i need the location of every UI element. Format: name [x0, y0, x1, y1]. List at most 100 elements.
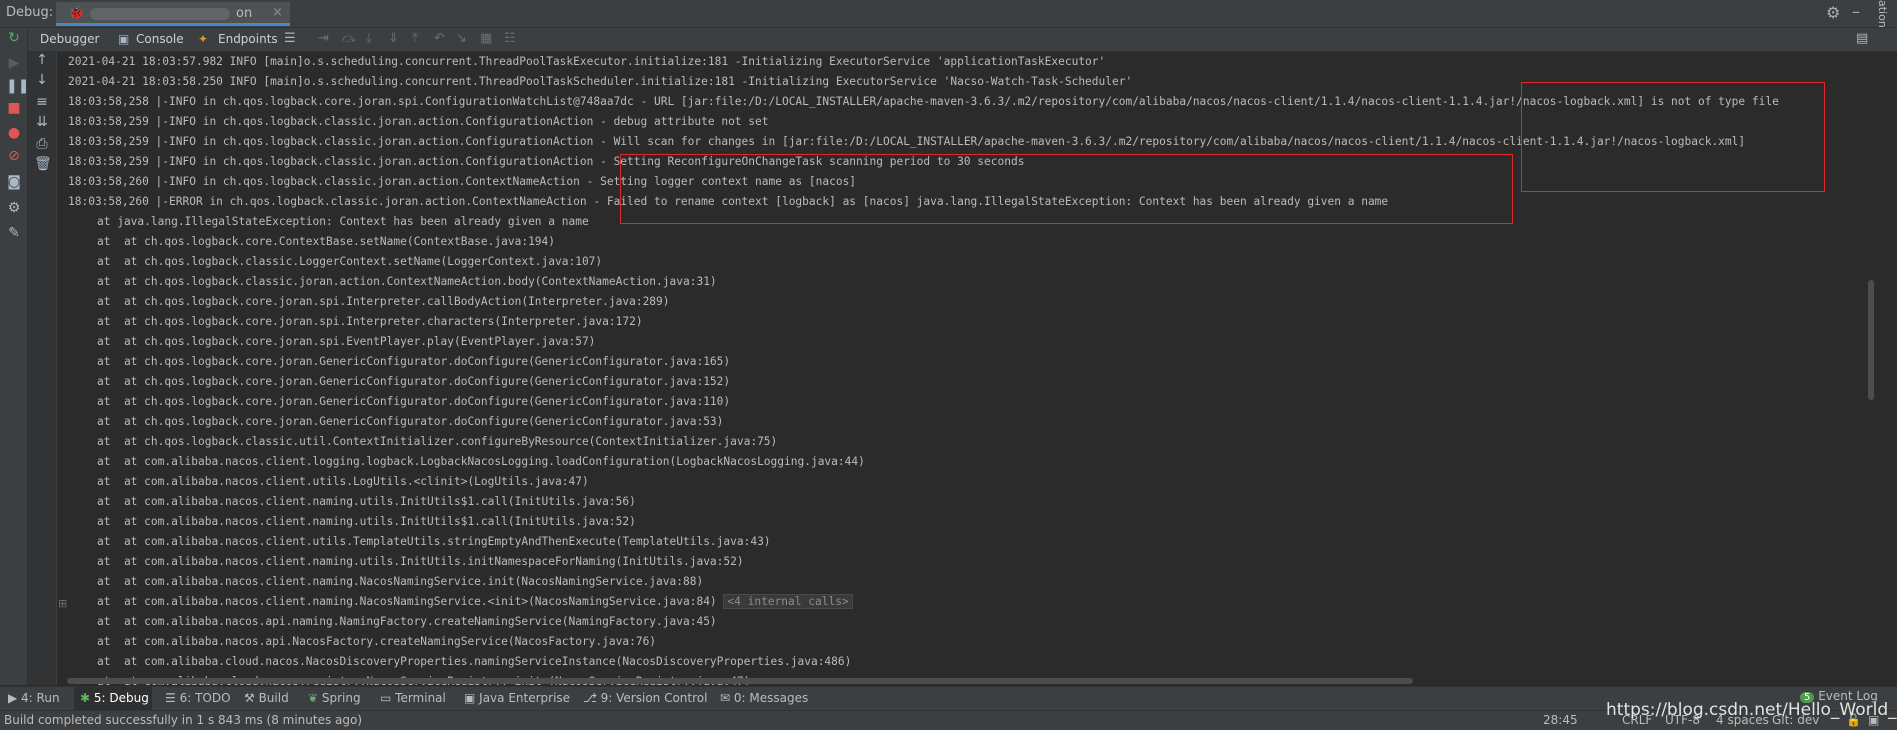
pin-icon[interactable]: ✎: [6, 225, 22, 241]
stack-trace-line[interactable]: at at com.alibaba.nacos.client.utils.Log…: [97, 472, 589, 492]
stack-trace-text[interactable]: at at com.alibaba.nacos.client.naming.Na…: [97, 595, 717, 608]
tool-tab-build[interactable]: ⚒ Build: [244, 691, 289, 705]
step-out-icon[interactable]: ⤒: [412, 31, 418, 46]
vertical-scrollbar[interactable]: [1868, 280, 1874, 400]
tool-tab-debug[interactable]: ✱ 5: Debug: [80, 691, 149, 705]
vcs-icon: ⎇: [583, 691, 601, 705]
annotation-box-jar-path: [1521, 82, 1825, 192]
arrow-up-icon[interactable]: ↑: [34, 52, 50, 68]
pause-icon[interactable]: ❚❚: [6, 78, 29, 94]
stack-trace-line[interactable]: at at ch.qos.logback.classic.LoggerConte…: [97, 252, 602, 272]
show-execution-point-icon[interactable]: ⇥: [318, 31, 329, 46]
tab-endpoints[interactable]: Endpoints: [218, 32, 278, 46]
bug-icon: ✱: [80, 691, 94, 705]
terminal-icon: ▭: [380, 691, 396, 705]
console-line: 18:03:58,259 |-INFO in ch.qos.logback.cl…: [68, 135, 1746, 148]
stack-trace-line[interactable]: at at ch.qos.logback.core.joran.GenericC…: [97, 372, 730, 392]
stack-trace-line[interactable]: at at ch.qos.logback.classic.util.Contex…: [97, 432, 777, 452]
hammer-icon: ⚒: [244, 691, 259, 705]
stack-trace-line[interactable]: at at ch.qos.logback.core.joran.spi.Even…: [97, 332, 595, 352]
stack-trace-line[interactable]: at at com.alibaba.nacos.client.naming.Na…: [97, 572, 703, 592]
tool-tab-run[interactable]: ▶ 4: Run: [8, 691, 60, 705]
run-to-cursor-icon[interactable]: ↘: [456, 31, 467, 46]
minimize-icon[interactable]: –: [1852, 2, 1860, 21]
stack-trace-line[interactable]: at at com.alibaba.nacos.client.naming.ut…: [97, 512, 636, 532]
tool-tab-messages[interactable]: ✉ 0: Messages: [720, 691, 808, 705]
stack-trace-line[interactable]: at at com.alibaba.nacos.client.utils.Tem…: [97, 532, 771, 552]
console-line: 18:03:58,259 |-INFO in ch.qos.logback.cl…: [68, 115, 769, 128]
layout-icon[interactable]: ▤: [1856, 31, 1868, 46]
console-icon: ▣: [118, 32, 130, 46]
console-actions-toolbar: ↑ ↓ ≡ ⇊ ⎙ 🗑: [28, 52, 57, 685]
stack-trace-line[interactable]: at at ch.qos.logback.core.joran.GenericC…: [97, 412, 723, 432]
soft-wrap-icon[interactable]: ≡: [34, 94, 50, 110]
messages-icon: ✉: [720, 691, 734, 705]
annotation-box-context-error: [620, 154, 1513, 224]
resume-icon[interactable]: ▶: [6, 55, 22, 71]
run-config-tab[interactable]: 🐞 on ×: [56, 2, 290, 26]
debug-label: Debug:: [6, 5, 54, 20]
arrow-down-icon[interactable]: ↓: [34, 72, 50, 88]
stack-trace-line[interactable]: at at com.alibaba.nacos.api.NacosFactory…: [97, 632, 656, 652]
stack-trace-line: at java.lang.IllegalStateException: Cont…: [97, 215, 589, 228]
stack-trace-line[interactable]: at at com.alibaba.nacos.client.logging.l…: [97, 452, 865, 472]
stack-trace-line[interactable]: at at com.alibaba.nacos.client.naming.ut…: [97, 492, 636, 512]
enterprise-icon: ▣: [464, 691, 480, 705]
play-icon: ▶: [8, 691, 22, 705]
settings-icon[interactable]: ⚙: [6, 200, 22, 216]
trash-icon[interactable]: 🗑: [34, 156, 52, 172]
caret-position[interactable]: 28:45: [1543, 713, 1578, 727]
stack-trace-line[interactable]: at at ch.qos.logback.core.joran.spi.Inte…: [97, 292, 670, 312]
tool-tab-terminal[interactable]: ▭ Terminal: [380, 691, 446, 705]
horizontal-scrollbar[interactable]: [67, 678, 1413, 684]
evaluate-icon[interactable]: ▦: [480, 31, 492, 46]
tool-tab-todo[interactable]: ☰ 6: TODO: [165, 691, 231, 705]
tab-title-suffix: on: [236, 6, 253, 21]
print-icon[interactable]: ⎙: [34, 136, 50, 152]
stack-trace-line[interactable]: at at ch.qos.logback.core.joran.spi.Inte…: [97, 312, 643, 332]
rerun-icon[interactable]: ↻: [6, 30, 22, 46]
tab-console[interactable]: Console: [136, 32, 184, 46]
tool-tab-spring[interactable]: ❦ Spring: [308, 691, 361, 705]
fold-expand-icon[interactable]: ⊞: [58, 597, 67, 610]
step-into-icon[interactable]: ⤓: [366, 31, 372, 46]
stack-trace-line[interactable]: at at com.alibaba.nacos.api.naming.Namin…: [97, 612, 717, 632]
internal-calls-fold[interactable]: <4 internal calls>: [723, 594, 853, 609]
trace-icon[interactable]: ☷: [504, 31, 516, 46]
gear-icon[interactable]: ⚙: [1826, 3, 1840, 22]
bug-icon: 🐞: [68, 6, 85, 21]
status-message[interactable]: Build completed successfully in 1 s 843 …: [4, 713, 362, 727]
stack-trace-line-with-internal[interactable]: at at com.alibaba.nacos.client.naming.Na…: [97, 592, 853, 612]
stack-trace-line[interactable]: at at ch.qos.logback.core.joran.GenericC…: [97, 352, 730, 372]
tab-debugger[interactable]: Debugger: [40, 32, 99, 46]
scroll-to-end-icon[interactable]: ⇊: [34, 114, 50, 130]
list-icon: ☰: [165, 691, 180, 705]
debug-subtoolbar: Debugger ▣ Console ✦ Endpoints ☰ ⇥ ⤼ ⤓ ⇓…: [28, 28, 1897, 52]
stack-trace-line[interactable]: at at ch.qos.logback.classic.joran.actio…: [97, 272, 717, 292]
force-step-into-icon[interactable]: ⇓: [388, 31, 399, 46]
step-over-icon[interactable]: ⤼: [342, 31, 356, 46]
stack-trace-line[interactable]: at at com.alibaba.cloud.nacos.NacosDisco…: [97, 652, 851, 672]
endpoints-icon: ✦: [198, 32, 209, 46]
stack-trace-line[interactable]: at at ch.qos.logback.core.joran.GenericC…: [97, 392, 730, 412]
console-output[interactable]: 2021-04-21 18:03:57.982 INFO [main]o.s.s…: [57, 52, 1877, 685]
tool-tab-version-control[interactable]: ⎇ 9: Version Control: [583, 691, 707, 705]
console-line: 2021-04-21 18:03:57.982 INFO [main]o.s.s…: [68, 55, 1106, 68]
debug-tool-window-header: Debug: 🐞 on × ⚙ – ation: [0, 0, 1897, 28]
mute-breakpoints-icon[interactable]: ⊘: [6, 148, 22, 164]
menu-icon[interactable]: ☰: [284, 31, 296, 46]
close-icon[interactable]: ×: [272, 5, 283, 20]
camera-icon[interactable]: ◙: [6, 174, 22, 190]
stack-trace-line[interactable]: at at com.alibaba.nacos.client.naming.ut…: [97, 552, 744, 572]
watermark: https://blog.csdn.net/Hello_World_QWP: [1606, 700, 1897, 720]
console-line: 2021-04-21 18:03:58.250 INFO [main]o.s.s…: [68, 75, 1133, 88]
debug-actions-toolbar: ↻ ▶ ❚❚ ■ ● ⊘ ◙ ⚙ ✎: [0, 28, 29, 685]
view-breakpoints-icon[interactable]: ●: [6, 125, 22, 141]
tool-tab-java-enterprise[interactable]: ▣ Java Enterprise: [464, 691, 570, 705]
stack-trace-line[interactable]: at at ch.qos.logback.core.ContextBase.se…: [97, 232, 555, 252]
leaf-icon: ❦: [308, 691, 322, 705]
drop-frame-icon[interactable]: ↶: [434, 31, 445, 46]
stop-icon[interactable]: ■: [6, 100, 22, 116]
side-panel-label[interactable]: ation: [1876, 0, 1889, 28]
redacted-config-name: [90, 8, 230, 20]
